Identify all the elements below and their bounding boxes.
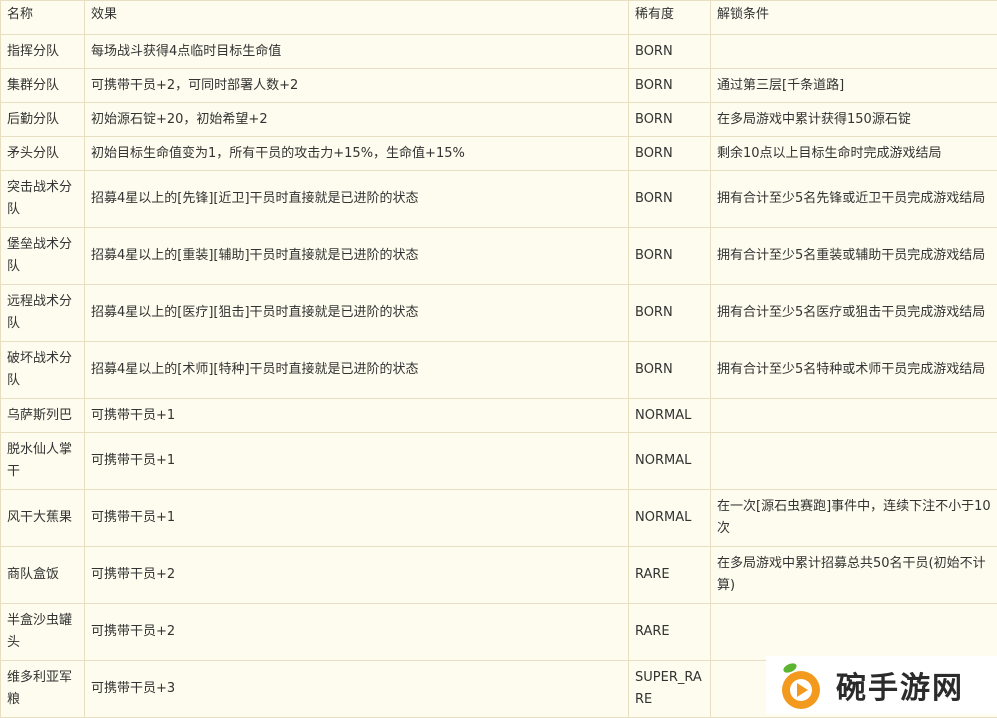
table-row: 商队盒饭 可携带干员+2 RARE 在多局游戏中累计招募总共50名干员(初始不计…: [1, 547, 997, 604]
cell-rarity: BORN: [629, 171, 711, 228]
cell-name: 堡垒战术分队: [1, 228, 85, 285]
cell-rarity: BORN: [629, 285, 711, 342]
cell-unlock: [711, 399, 997, 433]
cell-name: 半盒沙虫罐头: [1, 604, 85, 661]
cell-name: 维多利亚军粮: [1, 661, 85, 718]
cell-unlock: 拥有合计至少5名重装或辅助干员完成游戏结局: [711, 228, 997, 285]
play-logo-icon: [766, 656, 836, 714]
cell-unlock: 在一次[源石虫赛跑]事件中，连续下注不小于10次: [711, 490, 997, 547]
cell-effect: 初始目标生命值变为1，所有干员的攻击力+15%，生命值+15%: [85, 137, 629, 171]
items-table: 名称 效果 稀有度 解锁条件 指挥分队 每场战斗获得4点临时目标生命值 BORN…: [0, 0, 997, 718]
cell-rarity: NORMAL: [629, 399, 711, 433]
cell-effect: 初始源石锭+20，初始希望+2: [85, 103, 629, 137]
cell-unlock: 拥有合计至少5名特种或术师干员完成游戏结局: [711, 342, 997, 399]
cell-effect: 可携带干员+2: [85, 604, 629, 661]
cell-rarity: BORN: [629, 342, 711, 399]
header-effect: 效果: [85, 1, 629, 35]
cell-effect: 招募4星以上的[医疗][狙击]干员时直接就是已进阶的状态: [85, 285, 629, 342]
cell-rarity: RARE: [629, 547, 711, 604]
cell-rarity: BORN: [629, 137, 711, 171]
cell-name: 集群分队: [1, 69, 85, 103]
table-row: 远程战术分队 招募4星以上的[医疗][狙击]干员时直接就是已进阶的状态 BORN…: [1, 285, 997, 342]
cell-name: 远程战术分队: [1, 285, 85, 342]
cell-unlock: [711, 35, 997, 69]
cell-unlock: 在多局游戏中累计获得150源石锭: [711, 103, 997, 137]
cell-name: 乌萨斯列巴: [1, 399, 85, 433]
cell-effect: 招募4星以上的[术师][特种]干员时直接就是已进阶的状态: [85, 342, 629, 399]
table-row: 脱水仙人掌干 可携带干员+1 NORMAL: [1, 433, 997, 490]
cell-effect: 可携带干员+1: [85, 399, 629, 433]
cell-name: 破坏战术分队: [1, 342, 85, 399]
cell-name: 风干大蕉果: [1, 490, 85, 547]
cell-unlock: 剩余10点以上目标生命时完成游戏结局: [711, 137, 997, 171]
table-row: 突击战术分队 招募4星以上的[先锋][近卫]干员时直接就是已进阶的状态 BORN…: [1, 171, 997, 228]
table-row: 集群分队 可携带干员+2，可同时部署人数+2 BORN 通过第三层[千条道路]: [1, 69, 997, 103]
table-header-row: 名称 效果 稀有度 解锁条件: [1, 1, 997, 35]
cell-effect: 可携带干员+3: [85, 661, 629, 718]
cell-name: 矛头分队: [1, 137, 85, 171]
cell-name: 突击战术分队: [1, 171, 85, 228]
cell-name: 商队盒饭: [1, 547, 85, 604]
table-row: 矛头分队 初始目标生命值变为1，所有干员的攻击力+15%，生命值+15% BOR…: [1, 137, 997, 171]
cell-name: 脱水仙人掌干: [1, 433, 85, 490]
cell-unlock: [711, 604, 997, 661]
table-row: 风干大蕉果 可携带干员+1 NORMAL 在一次[源石虫赛跑]事件中，连续下注不…: [1, 490, 997, 547]
cell-effect: 可携带干员+2，可同时部署人数+2: [85, 69, 629, 103]
watermark: 碗手游网: [766, 656, 997, 714]
table-row: 后勤分队 初始源石锭+20，初始希望+2 BORN 在多局游戏中累计获得150源…: [1, 103, 997, 137]
cell-rarity: BORN: [629, 69, 711, 103]
cell-effect: 可携带干员+1: [85, 490, 629, 547]
cell-rarity: SUPER_RARE: [629, 661, 711, 718]
cell-rarity: BORN: [629, 103, 711, 137]
cell-name: 指挥分队: [1, 35, 85, 69]
cell-effect: 招募4星以上的[重装][辅助]干员时直接就是已进阶的状态: [85, 228, 629, 285]
cell-unlock: 通过第三层[千条道路]: [711, 69, 997, 103]
cell-rarity: BORN: [629, 228, 711, 285]
cell-unlock: 拥有合计至少5名先锋或近卫干员完成游戏结局: [711, 171, 997, 228]
watermark-text: 碗手游网: [836, 663, 964, 707]
cell-rarity: BORN: [629, 35, 711, 69]
header-unlock: 解锁条件: [711, 1, 997, 35]
cell-effect: 招募4星以上的[先锋][近卫]干员时直接就是已进阶的状态: [85, 171, 629, 228]
cell-unlock: [711, 433, 997, 490]
cell-rarity: RARE: [629, 604, 711, 661]
cell-unlock: 拥有合计至少5名医疗或狙击干员完成游戏结局: [711, 285, 997, 342]
header-rarity: 稀有度: [629, 1, 711, 35]
cell-effect: 可携带干员+2: [85, 547, 629, 604]
cell-rarity: NORMAL: [629, 490, 711, 547]
cell-unlock: 在多局游戏中累计招募总共50名干员(初始不计算): [711, 547, 997, 604]
table-row: 半盒沙虫罐头 可携带干员+2 RARE: [1, 604, 997, 661]
cell-name: 后勤分队: [1, 103, 85, 137]
header-name: 名称: [1, 1, 85, 35]
table-row: 乌萨斯列巴 可携带干员+1 NORMAL: [1, 399, 997, 433]
table-row: 破坏战术分队 招募4星以上的[术师][特种]干员时直接就是已进阶的状态 BORN…: [1, 342, 997, 399]
cell-rarity: NORMAL: [629, 433, 711, 490]
cell-effect: 每场战斗获得4点临时目标生命值: [85, 35, 629, 69]
cell-effect: 可携带干员+1: [85, 433, 629, 490]
table-row: 指挥分队 每场战斗获得4点临时目标生命值 BORN: [1, 35, 997, 69]
table-row: 堡垒战术分队 招募4星以上的[重装][辅助]干员时直接就是已进阶的状态 BORN…: [1, 228, 997, 285]
